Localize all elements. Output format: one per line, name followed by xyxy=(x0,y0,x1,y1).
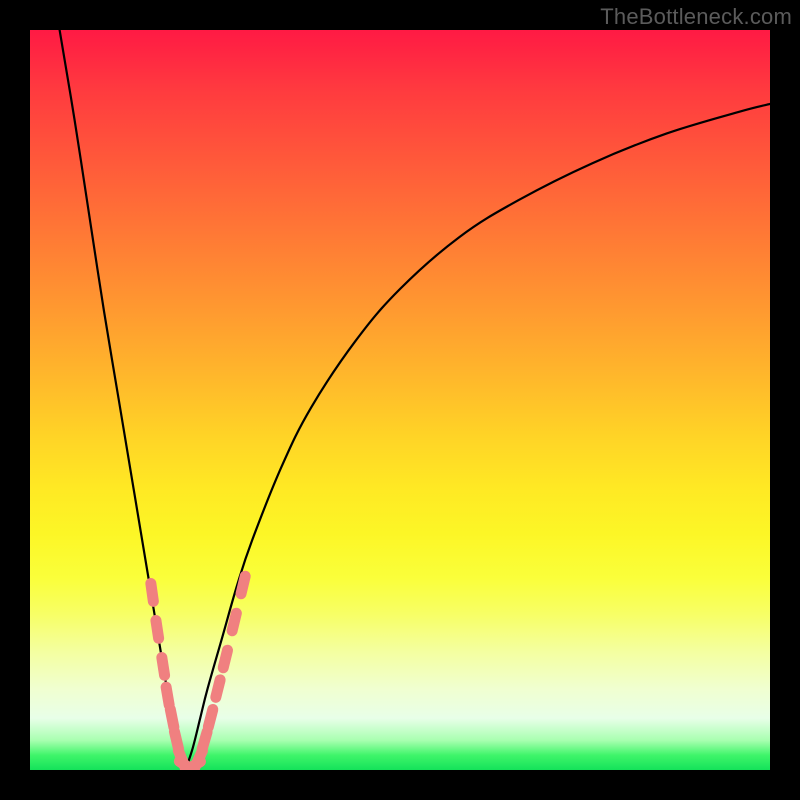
chart-svg xyxy=(30,30,770,770)
marker-dot xyxy=(153,625,162,634)
marker-dot xyxy=(172,736,181,745)
marker-dot xyxy=(148,588,157,597)
curve-right xyxy=(185,104,770,770)
marker-dot xyxy=(206,714,215,723)
marker-dot xyxy=(159,662,168,671)
marker-dot xyxy=(230,618,239,627)
marker-dot xyxy=(221,655,230,664)
marker-dot xyxy=(163,692,172,701)
watermark-text: TheBottleneck.com xyxy=(600,4,792,30)
markers-group xyxy=(148,576,248,770)
marker-dot xyxy=(168,714,177,723)
marker-dot xyxy=(239,581,248,590)
marker-dot xyxy=(213,684,222,693)
outer-frame: TheBottleneck.com xyxy=(0,0,800,800)
plot-area xyxy=(30,30,770,770)
marker-dot xyxy=(200,736,209,745)
marker-dot xyxy=(194,754,203,763)
